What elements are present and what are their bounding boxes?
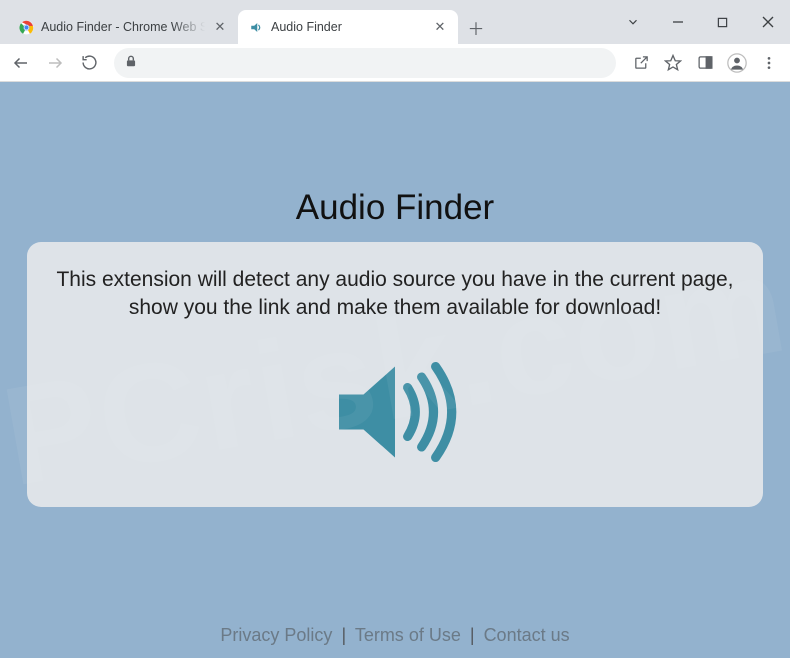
lock-icon xyxy=(124,54,138,71)
separator: | xyxy=(341,625,346,645)
browser-toolbar xyxy=(0,44,790,82)
terms-of-use-link[interactable]: Terms of Use xyxy=(355,625,461,645)
profile-avatar-icon[interactable] xyxy=(722,48,752,78)
audio-favicon-icon xyxy=(248,19,264,35)
close-icon[interactable]: ✕ xyxy=(212,19,228,35)
tab-title: Audio Finder - Chrome Web S xyxy=(41,20,205,34)
browser-titlebar: Audio Finder - Chrome Web S ✕ Audio Find… xyxy=(0,0,790,44)
separator: | xyxy=(470,625,475,645)
maximize-button[interactable] xyxy=(700,7,745,37)
back-button[interactable] xyxy=(6,48,36,78)
tab-audio-finder[interactable]: Audio Finder ✕ xyxy=(238,10,458,44)
page-title: Audio Finder xyxy=(296,188,494,228)
contact-us-link[interactable]: Contact us xyxy=(484,625,570,645)
chevron-down-icon[interactable] xyxy=(610,7,655,37)
chrome-favicon-icon xyxy=(18,19,34,35)
card-description: This extension will detect any audio sou… xyxy=(53,266,737,323)
speaker-icon xyxy=(53,347,737,477)
info-card: This extension will detect any audio sou… xyxy=(27,242,763,507)
page-viewport: PCrisk.com Audio Finder This extension w… xyxy=(0,82,790,658)
tab-title: Audio Finder xyxy=(271,20,425,34)
window-controls xyxy=(610,0,790,44)
page-footer: Privacy Policy | Terms of Use | Contact … xyxy=(0,625,790,646)
bookmark-star-icon[interactable] xyxy=(658,48,688,78)
side-panel-icon[interactable] xyxy=(690,48,720,78)
minimize-button[interactable] xyxy=(655,7,700,37)
reload-button[interactable] xyxy=(74,48,104,78)
close-window-button[interactable] xyxy=(745,7,790,37)
close-icon[interactable]: ✕ xyxy=(432,19,448,35)
kebab-menu-icon[interactable] xyxy=(754,48,784,78)
address-bar[interactable] xyxy=(114,48,616,78)
privacy-policy-link[interactable]: Privacy Policy xyxy=(220,625,332,645)
new-tab-button[interactable]: ＋ xyxy=(462,13,490,41)
tab-chrome-web-store[interactable]: Audio Finder - Chrome Web S ✕ xyxy=(8,10,238,44)
forward-button[interactable] xyxy=(40,48,70,78)
share-icon[interactable] xyxy=(626,48,656,78)
